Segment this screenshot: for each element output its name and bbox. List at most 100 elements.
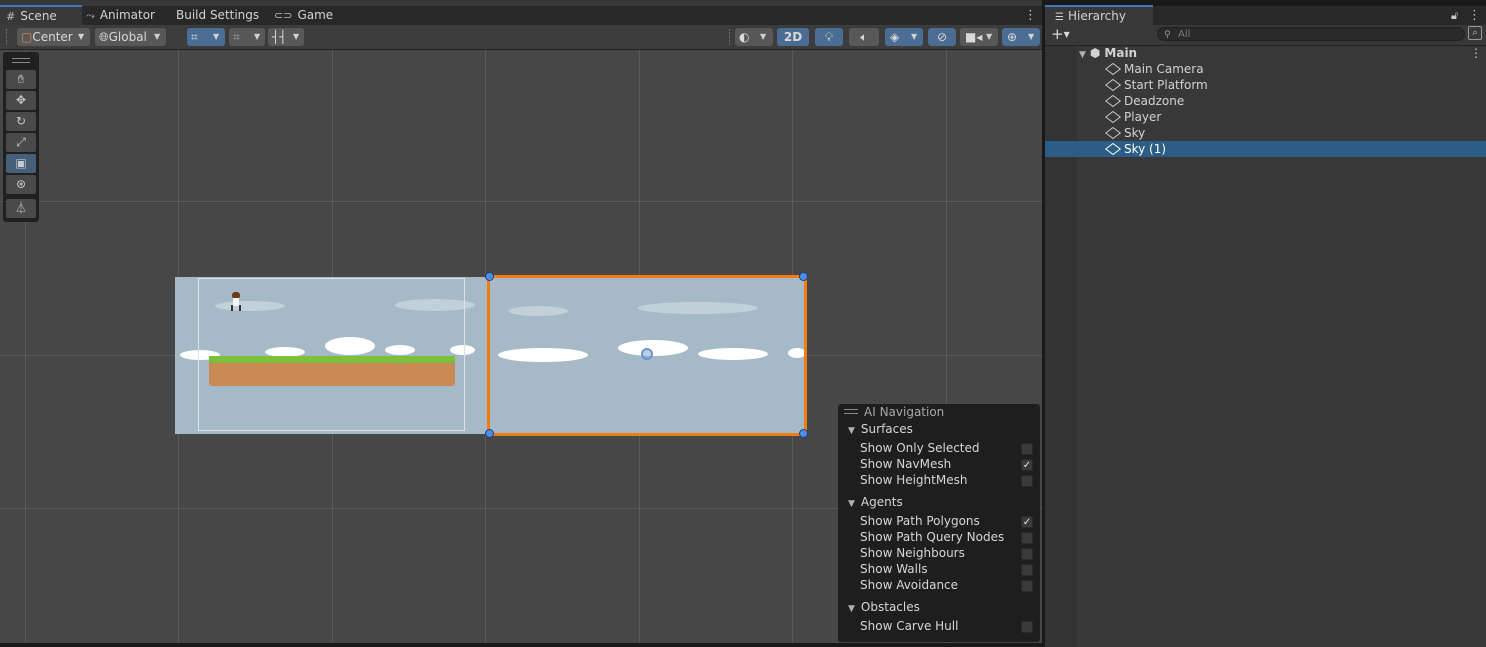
show-path-query-nodes-checkbox[interactable] xyxy=(1021,532,1033,544)
hierarchy-search-input[interactable]: ⚲ All xyxy=(1157,27,1465,41)
tab-scene[interactable]: # Scene xyxy=(0,5,82,27)
show-navmesh-checkbox[interactable]: ✓ xyxy=(1021,459,1033,471)
2d-mode-toggle[interactable]: 2D xyxy=(777,28,809,46)
start-platform-sprite[interactable] xyxy=(209,356,455,386)
scene-search-icon[interactable]: ⌕ xyxy=(1468,26,1482,40)
rotate-tool[interactable]: ↻ xyxy=(6,112,36,131)
pivot-handle[interactable] xyxy=(641,348,653,360)
scene-row-main[interactable]: ▼ ⬢ Main ⋮ xyxy=(1045,45,1486,61)
transform-icon: ⊛ xyxy=(15,177,27,191)
show-path-polygons-label: Show Path Polygons xyxy=(860,514,980,528)
grass-layer xyxy=(209,356,455,363)
checkmark-icon: ✓ xyxy=(1022,517,1032,528)
chevron-down-icon: ▼ xyxy=(1063,30,1070,39)
scene-menu-icon[interactable]: ⋮ xyxy=(1024,6,1037,25)
gameobject-cube-icon xyxy=(1104,62,1122,76)
chevron-down-icon: ▼ xyxy=(1028,32,1035,41)
rect-handle-top-right[interactable] xyxy=(799,272,808,281)
chevron-down-icon: ▼ xyxy=(986,32,993,41)
chevron-down-icon: ▼ xyxy=(254,32,261,41)
effects-dropdown[interactable]: ◈ ▼ xyxy=(885,28,923,46)
hierarchy-menu-icon[interactable]: ⋮ xyxy=(1468,6,1481,25)
scale-tool[interactable]: ⤢ xyxy=(6,133,36,152)
show-avoidance-checkbox[interactable] xyxy=(1021,580,1033,592)
show-only-selected-label: Show Only Selected xyxy=(860,441,980,455)
pivot-icon: ▢ xyxy=(21,30,33,44)
tab-build-settings[interactable]: Build Settings xyxy=(170,6,265,25)
show-neighbours-checkbox[interactable] xyxy=(1021,548,1033,560)
show-neighbours-label: Show Neighbours xyxy=(860,546,965,560)
chevron-down-icon: ▼ xyxy=(911,32,918,41)
increment-snap-icon: ⌗ xyxy=(233,30,240,44)
scene-visibility-toggle[interactable]: ⊘ xyxy=(928,28,956,46)
search-icon: ⚲ xyxy=(1164,30,1171,40)
grid-icon: # xyxy=(6,10,16,23)
rect-handle-top-left[interactable] xyxy=(485,272,494,281)
create-button[interactable]: +▼ xyxy=(1051,25,1070,44)
hierarchy-item-player[interactable]: Player xyxy=(1045,109,1486,125)
scene-tab-bar: # Scene ⤳ Animator Build Settings ⊂⊃ Game ⋮ xyxy=(0,5,1042,27)
custom-tool-icon: ⏃ xyxy=(14,201,27,215)
show-walls-checkbox[interactable] xyxy=(1021,564,1033,576)
scene-panel: # Scene ⤳ Animator Build Settings ⊂⊃ Game ⋮… xyxy=(0,0,1042,647)
hand-tool[interactable]: ✋︎ xyxy=(6,70,36,89)
show-navmesh-label: Show NavMesh xyxy=(860,457,952,471)
show-heightmesh-label: Show HeightMesh xyxy=(860,473,968,487)
overlay-grip[interactable] xyxy=(844,409,858,414)
rect-handle-bottom-left[interactable] xyxy=(485,429,494,438)
gameobject-cube-icon xyxy=(1104,110,1122,124)
draw-mode-dropdown[interactable]: ◐ ▼ xyxy=(735,28,773,46)
rect-tool[interactable]: ▣ xyxy=(6,154,36,173)
tab-animator[interactable]: ⤳ Animator xyxy=(80,6,161,25)
lock-icon[interactable]: 🔓︎ xyxy=(1451,6,1458,25)
gamepad-icon: ⊂⊃ xyxy=(274,9,293,22)
pivot-mode-dropdown[interactable]: ▢Center ▼ xyxy=(17,28,90,46)
custom-tool[interactable]: ⏃ xyxy=(6,199,36,218)
hierarchy-toolbar: +▼ ⚲ All ⌕ xyxy=(1045,25,1486,46)
surfaces-foldout[interactable]: ▼ Surfaces xyxy=(848,421,913,437)
bottom-border xyxy=(0,643,1042,647)
triangle-down-icon: ▼ xyxy=(848,426,855,436)
increment-snap-toggle[interactable]: ⌗ ▼ xyxy=(229,28,265,46)
gizmos-dropdown[interactable]: ⊕ ▼ xyxy=(1002,28,1040,46)
show-only-selected-checkbox[interactable] xyxy=(1021,443,1033,455)
grid-snap-icon: ⌗ xyxy=(191,30,198,44)
hierarchy-item-main-camera[interactable]: Main Camera xyxy=(1045,61,1486,77)
grid-snapping-toggle[interactable]: ⌗ ▼ xyxy=(187,28,225,46)
obstacles-foldout[interactable]: ▼ Obstacles xyxy=(848,599,920,615)
camera-settings-dropdown[interactable]: ■◂ ▼ xyxy=(960,28,998,46)
chevron-down-icon: ▼ xyxy=(213,32,220,41)
chevron-down-icon: ▼ xyxy=(154,32,161,41)
gameobject-cube-icon xyxy=(1104,126,1122,140)
show-avoidance-label: Show Avoidance xyxy=(860,578,959,592)
show-path-query-nodes-label: Show Path Query Nodes xyxy=(860,530,1005,544)
move-tool[interactable]: ✥ xyxy=(6,91,36,110)
player-sprite[interactable] xyxy=(229,292,243,312)
scale-icon: ⤢ xyxy=(16,135,26,149)
rotate-icon: ↻ xyxy=(15,114,27,128)
hierarchy-item-sky[interactable]: Sky xyxy=(1045,125,1486,141)
scene-menu-icon[interactable]: ⋮ xyxy=(1470,45,1482,61)
audio-toggle[interactable]: 🔈︎ xyxy=(849,28,879,46)
ruler-snap-dropdown[interactable]: ┤┤ ▼ xyxy=(268,28,304,46)
rect-handle-bottom-right[interactable] xyxy=(799,429,808,438)
lighting-toggle[interactable]: 💡︎ xyxy=(815,28,843,46)
tab-game[interactable]: ⊂⊃ Game xyxy=(268,6,339,25)
pivot-rotation-dropdown[interactable]: 🌐︎Global ▼ xyxy=(95,28,166,46)
transform-tool[interactable]: ⊛ xyxy=(6,175,36,194)
show-carve-hull-checkbox[interactable] xyxy=(1021,621,1033,633)
gameobject-cube-icon xyxy=(1104,78,1122,92)
show-heightmesh-checkbox[interactable] xyxy=(1021,475,1033,487)
grid-line xyxy=(0,201,1042,202)
layers-icon: ◈ xyxy=(890,30,900,44)
hierarchy-item-sky-1[interactable]: Sky (1) xyxy=(1045,141,1486,157)
checkmark-icon: ✓ xyxy=(1022,460,1032,471)
panel-splitter[interactable] xyxy=(1042,6,1045,647)
hierarchy-item-deadzone[interactable]: Deadzone xyxy=(1045,93,1486,109)
tab-hierarchy[interactable]: ☰ Hierarchy xyxy=(1045,5,1153,25)
agents-foldout[interactable]: ▼ Agents xyxy=(848,494,903,510)
hierarchy-item-start-platform[interactable]: Start Platform xyxy=(1045,77,1486,93)
show-path-polygons-checkbox[interactable]: ✓ xyxy=(1021,516,1033,528)
gizmos-globe-icon: ⊕ xyxy=(1007,30,1018,44)
shaded-sphere-icon: ◐ xyxy=(739,30,750,44)
